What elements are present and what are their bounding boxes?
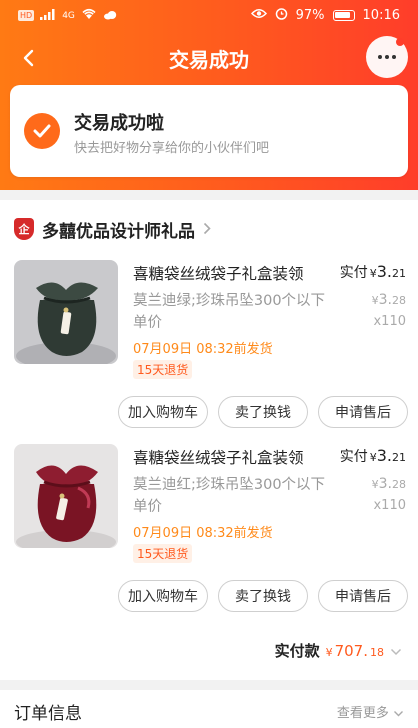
after-sale-button[interactable]: 申请售后 (318, 580, 408, 612)
orig-decimal: 28 (392, 478, 406, 491)
order-total[interactable]: 实付款 ¥ 707. 18 (275, 640, 402, 661)
cloud-icon (103, 9, 117, 23)
orig-currency: ¥ (371, 478, 379, 491)
product-thumbnail[interactable] (14, 444, 118, 548)
orig-integer: 3. (378, 476, 392, 492)
price-column: 实付 ¥3.21 ¥3.28 x110 (326, 262, 406, 329)
orig-integer: 3. (378, 292, 392, 308)
ship-deadline: 07月09日 08:32前发货 (133, 342, 273, 357)
resell-button[interactable]: 卖了换钱 (218, 580, 308, 612)
total-currency: ¥ (325, 646, 333, 659)
product-title[interactable]: 喜糖袋丝绒袋子礼盒装领 (133, 446, 333, 468)
add-to-cart-button[interactable]: 加入购物车 (118, 580, 208, 612)
status-bar: HD 4G 97% 10:16 (0, 0, 418, 30)
success-card: 交易成功啦 快去把好物分享给你的小伙伴们吧 (10, 85, 408, 177)
order-item: 喜糖袋丝绒袋子礼盒装领 莫兰迪绿;珍珠吊坠300个以下单价 07月09日 08:… (0, 260, 418, 440)
page-title: 交易成功 (169, 48, 249, 72)
order-item: 喜糖袋丝绒袋子礼盒装领 莫兰迪红;珍珠吊坠300个以下单价 07月09日 08:… (0, 444, 418, 624)
paid-currency: ¥ (369, 267, 377, 280)
total-label: 实付款 (274, 642, 320, 660)
order-info-section: 订单信息 查看更多 (0, 690, 418, 728)
original-price: ¥3.28 (326, 292, 406, 308)
store-header[interactable]: 企 多囍优品设计师礼品 (14, 216, 211, 242)
check-circle-icon (24, 113, 60, 149)
clock-time: 10:16 (362, 8, 400, 23)
more-dot-icon (378, 55, 382, 59)
product-spec: 莫兰迪红;珍珠吊坠300个以下单价 (133, 477, 326, 515)
more-dot-icon (385, 55, 389, 59)
price-column: 实付 ¥3.21 ¥3.28 x110 (326, 446, 406, 513)
battery-percent: 97% (295, 8, 325, 23)
total-integer: 707. (334, 642, 368, 660)
paid-decimal: 21 (392, 267, 406, 280)
total-decimal: 18 (370, 646, 384, 659)
paid-integer: 3. (376, 262, 392, 281)
success-subtitle: 快去把好物分享给你的小伙伴们吧 (74, 141, 270, 156)
status-left: HD 4G (18, 8, 117, 23)
more-options-button[interactable] (366, 36, 408, 78)
order-card: 企 多囍优品设计师礼品 喜糖袋丝绒袋子礼盒装领 莫兰迪绿;珍珠吊坠300个以下单… (0, 200, 418, 680)
nav-bar: 交易成功 (0, 36, 418, 80)
item-actions: 加入购物车 卖了换钱 申请售后 (0, 580, 418, 614)
hd-indicator: HD (18, 10, 35, 21)
orig-currency: ¥ (371, 294, 379, 307)
chevron-right-icon (203, 220, 211, 239)
paid-decimal: 21 (392, 451, 406, 464)
paid-label: 实付 (339, 265, 368, 281)
return-policy-badge: 15天退货 (133, 360, 193, 379)
item-actions: 加入购物车 卖了换钱 申请售后 (0, 396, 418, 430)
ship-deadline: 07月09日 08:32前发货 (133, 526, 273, 541)
store-name: 多囍优品设计师礼品 (42, 221, 195, 242)
resell-button[interactable]: 卖了换钱 (218, 396, 308, 428)
paid-label: 实付 (339, 449, 368, 465)
store-logo-icon: 企 (14, 218, 34, 240)
notification-badge (396, 38, 404, 46)
chevron-down-icon (393, 706, 404, 721)
product-thumbnail[interactable] (14, 260, 118, 364)
order-info-title: 订单信息 (14, 704, 82, 724)
eye-icon (250, 8, 267, 23)
wifi-icon (81, 8, 97, 23)
product-spec: 莫兰迪绿;珍珠吊坠300个以下单价 (133, 293, 326, 331)
product-title[interactable]: 喜糖袋丝绒袋子礼盒装领 (133, 262, 333, 284)
battery-icon (332, 10, 355, 21)
return-policy-badge: 15天退货 (133, 544, 193, 563)
quantity: x110 (373, 314, 406, 329)
network-type-label: 4G (62, 10, 75, 21)
paid-currency: ¥ (369, 451, 377, 464)
orig-decimal: 28 (392, 294, 406, 307)
status-right: 97% 10:16 (250, 7, 400, 24)
quantity: x110 (373, 498, 406, 513)
more-dot-icon (392, 55, 396, 59)
view-more-link[interactable]: 查看更多 (337, 702, 404, 721)
success-title: 交易成功啦 (74, 113, 164, 134)
signal-icon (40, 8, 56, 23)
add-to-cart-button[interactable]: 加入购物车 (118, 396, 208, 428)
view-more-label: 查看更多 (336, 706, 389, 721)
original-price: ¥3.28 (326, 476, 406, 492)
alarm-icon (275, 7, 288, 24)
chevron-down-icon (390, 645, 402, 660)
after-sale-button[interactable]: 申请售后 (318, 396, 408, 428)
paid-integer: 3. (376, 446, 392, 465)
